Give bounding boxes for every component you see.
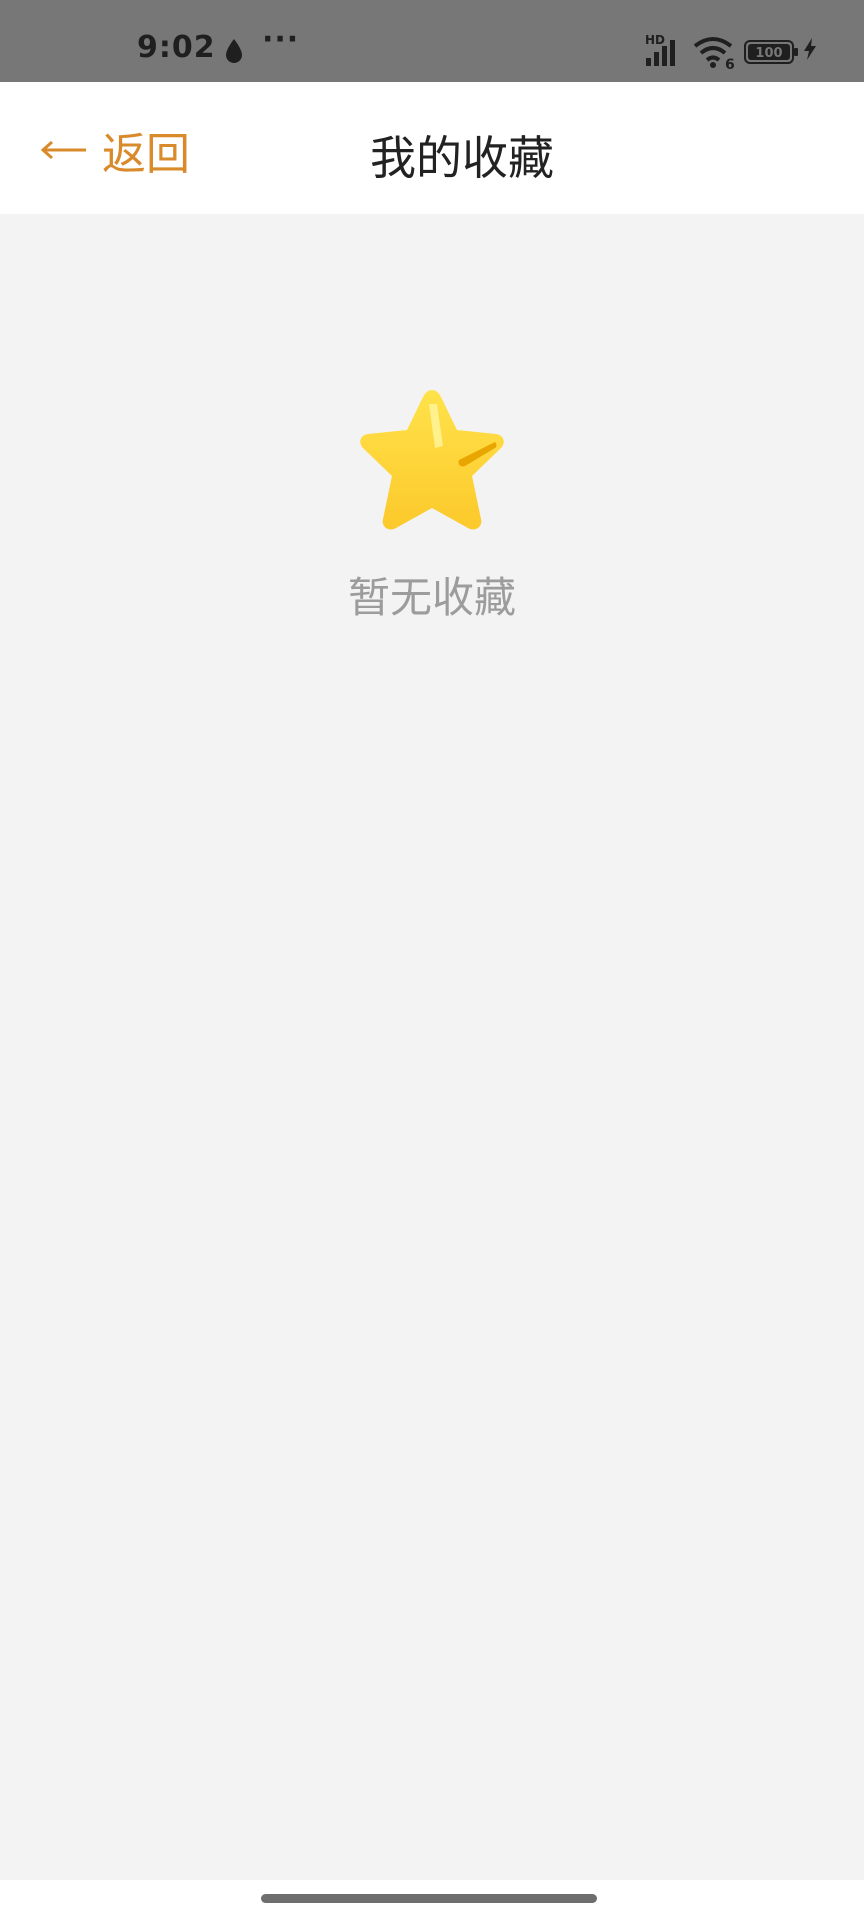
status-time: 9:02: [137, 30, 216, 65]
favorites-list-area: 暂无收藏: [0, 214, 864, 1880]
drop-icon: [224, 38, 244, 68]
wifi-label: 6: [725, 57, 735, 70]
star-icon: [360, 390, 504, 530]
navigation-bar: [0, 1880, 864, 1920]
cell-signal-icon: [644, 36, 684, 70]
empty-state: 暂无收藏: [0, 384, 864, 625]
battery-icon: 100: [744, 40, 800, 68]
more-notifications-icon: ···: [262, 22, 300, 57]
status-bar: 9:02 ··· HD 6 100: [0, 0, 864, 82]
wifi-icon: 6: [693, 36, 737, 74]
empty-message: 暂无收藏: [347, 573, 516, 622]
page-title: 我的收藏: [370, 131, 554, 185]
charging-icon: [803, 38, 817, 64]
battery-level: 100: [755, 46, 782, 61]
home-indicator[interactable]: [261, 1894, 597, 1903]
header-bar: 返回 我的收藏: [0, 82, 864, 214]
